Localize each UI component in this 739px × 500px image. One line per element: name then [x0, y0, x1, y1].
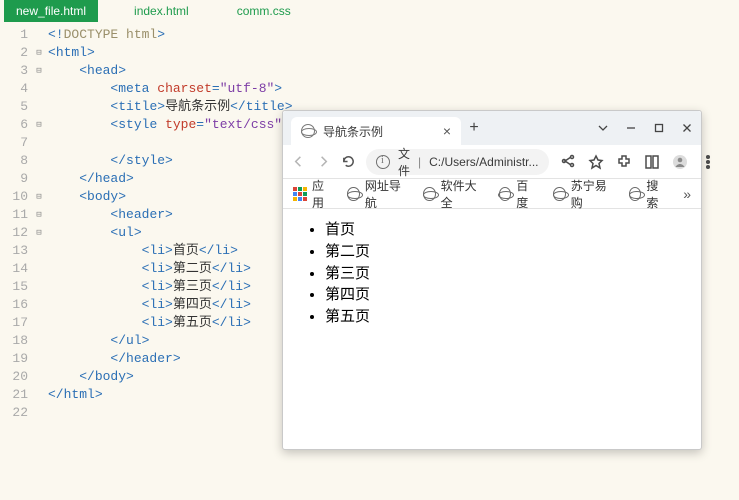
bookmark-label: 应用: [312, 177, 331, 211]
bookmark-baidu[interactable]: 百度: [499, 177, 537, 211]
new-tab-button[interactable]: +: [461, 119, 487, 137]
bookmark-software[interactable]: 软件大全: [423, 177, 483, 211]
chevron-down-icon[interactable]: [589, 111, 617, 145]
close-window-button[interactable]: [673, 111, 701, 145]
profile-icon[interactable]: [671, 153, 689, 171]
list-item: 第二页: [325, 241, 695, 263]
address-prefix: 文件: [398, 145, 410, 179]
list-item: 第五页: [325, 306, 695, 328]
menu-icon[interactable]: [699, 153, 717, 171]
info-icon: [376, 155, 390, 169]
tab-index[interactable]: index.html: [122, 0, 201, 22]
bookmarks-overflow-icon[interactable]: »: [683, 186, 691, 202]
tab-comm-css[interactable]: comm.css: [225, 0, 303, 22]
browser-titlebar: 导航条示例 × +: [283, 111, 701, 145]
globe-icon: [301, 124, 315, 138]
globe-icon: [629, 187, 641, 201]
bookmark-apps[interactable]: 应用: [293, 177, 331, 211]
nav-list: 首页 第二页 第三页 第四页 第五页: [311, 219, 695, 328]
globe-icon: [553, 187, 566, 201]
browser-window: 导航条示例 × + 文件 | C:/Users/Administr...: [282, 110, 702, 450]
globe-icon: [347, 187, 360, 201]
line-number-gutter: 1234 5678 9101112 13141516 17181920 2122: [0, 26, 34, 422]
browser-tab-title: 导航条示例: [323, 123, 383, 140]
reload-button[interactable]: [341, 153, 356, 171]
tab-new-file[interactable]: new_file.html: [4, 0, 98, 22]
globe-icon: [499, 187, 511, 201]
list-item: 首页: [325, 219, 695, 241]
page-content: 首页 第二页 第三页 第四页 第五页: [283, 209, 701, 449]
maximize-button[interactable]: [645, 111, 673, 145]
forward-button[interactable]: [316, 153, 331, 171]
close-tab-icon[interactable]: ×: [441, 123, 453, 139]
address-bar[interactable]: 文件 | C:/Users/Administr...: [366, 149, 549, 175]
fold-gutter: ⊟⊟ ⊟ ⊟ ⊟⊟: [34, 26, 48, 422]
back-button[interactable]: [291, 153, 306, 171]
browser-tab[interactable]: 导航条示例 ×: [291, 117, 461, 145]
extensions-icon[interactable]: [615, 153, 633, 171]
bookmarks-bar: 应用 网址导航 软件大全 百度 苏宁易购 搜索 »: [283, 179, 701, 209]
bookmark-label: 网址导航: [365, 177, 407, 211]
share-icon[interactable]: [559, 153, 577, 171]
globe-icon: [423, 187, 436, 201]
bookmark-label: 苏宁易购: [571, 177, 613, 211]
reading-list-icon[interactable]: [643, 153, 661, 171]
bookmark-label: 搜索: [646, 177, 667, 211]
list-item: 第四页: [325, 284, 695, 306]
address-bar-row: 文件 | C:/Users/Administr...: [283, 145, 701, 179]
apps-icon: [293, 187, 307, 201]
bookmark-suning[interactable]: 苏宁易购: [553, 177, 613, 211]
minimize-button[interactable]: [617, 111, 645, 145]
bookmark-label: 软件大全: [441, 177, 483, 211]
list-item: 第三页: [325, 263, 695, 285]
bookmark-search[interactable]: 搜索: [629, 177, 667, 211]
bookmark-nav[interactable]: 网址导航: [347, 177, 407, 211]
star-icon[interactable]: [587, 153, 605, 171]
address-path: C:/Users/Administr...: [429, 155, 538, 169]
bookmark-label: 百度: [516, 177, 537, 211]
editor-tabbar: new_file.html index.html comm.css: [0, 0, 739, 22]
